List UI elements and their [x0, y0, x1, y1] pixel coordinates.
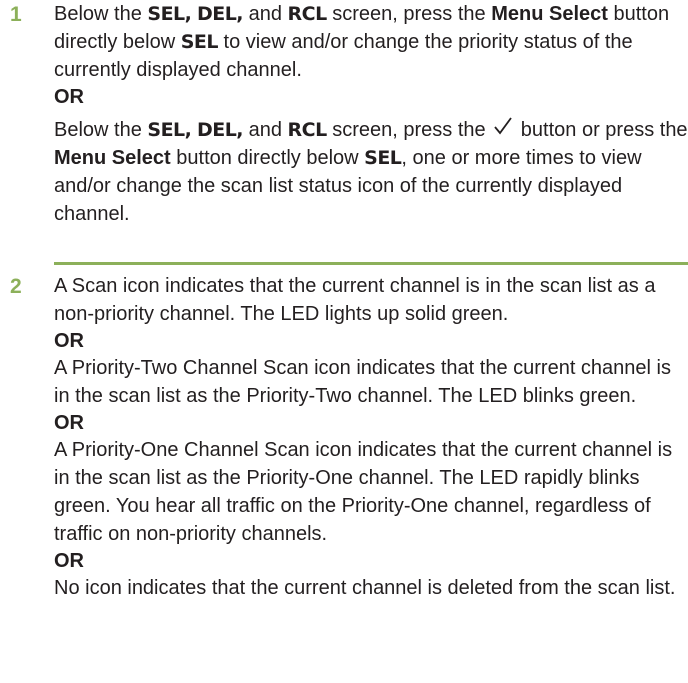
display-rcl: RCL — [287, 119, 328, 141]
display-del: DEL, — [196, 119, 244, 141]
text: screen, press the — [326, 119, 492, 141]
display-del: DEL, — [196, 3, 244, 25]
text: screen, press the — [326, 3, 492, 25]
checkmark-icon — [493, 116, 513, 140]
or-separator: OR — [54, 412, 84, 434]
step-divider — [54, 262, 688, 265]
step-2-paragraph-4: No icon indicates that the current chann… — [54, 577, 676, 599]
or-separator: OR — [54, 550, 84, 572]
or-separator: OR — [54, 330, 84, 352]
text: Below the — [54, 119, 148, 141]
step-number: 2 — [10, 275, 22, 298]
step-number: 1 — [10, 3, 22, 26]
text: button directly below — [170, 147, 365, 169]
display-sel: SEL, — [147, 3, 192, 25]
text: and — [243, 3, 288, 25]
step-2-paragraph-2: A Priority-Two Channel Scan icon indicat… — [54, 357, 671, 407]
or-separator: OR — [54, 86, 84, 108]
manual-page: 1 Below the SEL, DEL, and RCL screen, pr… — [0, 0, 688, 683]
text: Below the — [54, 3, 148, 25]
display-rcl: RCL — [287, 3, 328, 25]
step-body: A Scan icon indicates that the current c… — [54, 272, 688, 602]
step-body: Below the SEL, DEL, and RCL screen, pres… — [54, 0, 688, 228]
step-2-paragraph-3: A Priority-One Channel Scan icon indicat… — [54, 439, 673, 545]
step-2-paragraph-1: A Scan icon indicates that the current c… — [54, 275, 656, 325]
step-1-paragraph-1: Below the SEL, DEL, and RCL screen, pres… — [54, 0, 688, 84]
menu-select-term: Menu Select — [491, 3, 608, 25]
display-sel: SEL — [180, 31, 219, 53]
text: button or press the — [515, 119, 688, 141]
step-1-paragraph-2: Below the SEL, DEL, and RCL screen, pres… — [54, 116, 688, 228]
text: and — [243, 119, 288, 141]
display-sel: SEL — [364, 147, 402, 169]
display-sel: SEL, — [147, 119, 192, 141]
menu-select-term: Menu Select — [54, 147, 171, 169]
